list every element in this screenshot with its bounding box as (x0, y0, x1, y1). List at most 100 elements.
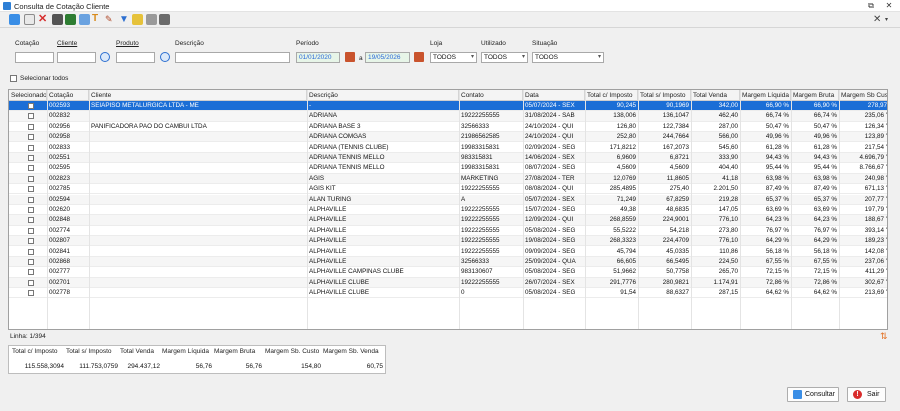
date-to-input[interactable]: 19/05/2026 (365, 52, 410, 63)
cell-data: 24/10/2024 - QUI (525, 133, 574, 141)
row-checkbox[interactable] (28, 134, 34, 141)
produto-search-icon[interactable] (160, 52, 170, 62)
table-row[interactable]: 002848 ALPHAVILLE 19222255555 12/09/2024 - … (9, 215, 887, 226)
edit-icon[interactable] (132, 14, 143, 25)
table-row[interactable]: 002551 ADRIANA TENNIS MELLO 983315831 14/06… (9, 153, 887, 164)
table-row[interactable]: 002868 ALPHAVILLE 32566333 25/09/2024 - QUA… (9, 257, 887, 268)
column-header[interactable]: Margem Sb Custo (839, 90, 887, 101)
calendar-from-icon[interactable] (345, 52, 355, 62)
column-header[interactable]: Data (523, 90, 585, 101)
row-checkbox[interactable] (28, 269, 34, 276)
print-icon[interactable] (52, 14, 63, 25)
cotacao-input[interactable] (15, 52, 54, 63)
save-icon[interactable] (159, 14, 170, 25)
calendar-to-icon[interactable] (414, 52, 424, 62)
table-row[interactable]: 002832 ADRIANA 19222255555 31/08/2024 - SAB… (9, 111, 887, 122)
column-header[interactable]: Total c/ Imposto (585, 90, 638, 101)
row-checkbox[interactable] (28, 259, 34, 265)
cell-tci: 138,006 (613, 112, 636, 120)
filter-panel: Cotação Cliente Produto Descrição Períod… (0, 28, 900, 74)
cell-data: 08/07/2024 - SEG (525, 164, 576, 172)
tools-icon[interactable]: ✕ (873, 14, 884, 25)
cell-cot: 002594 (49, 195, 71, 203)
cliente-search-icon[interactable] (100, 52, 110, 62)
date-from-input[interactable]: 01/01/2020 (296, 52, 340, 63)
tools-dropdown-icon[interactable]: ▾ (885, 16, 888, 23)
cell-cli: SEIAPISO METALURGICA LTDA - ME (91, 102, 199, 109)
descricao-input[interactable] (175, 52, 290, 63)
text-tool-icon[interactable]: T (92, 14, 103, 25)
table-row[interactable]: 002620 ALPHAVILLE 19222255555 15/07/2024 - … (9, 205, 887, 216)
table-row[interactable]: 002593 SEIAPISO METALURGICA LTDA - ME - 05/… (9, 101, 887, 112)
row-checkbox[interactable] (28, 113, 34, 120)
grid-header: Selecionado Cotação Cliente Descrição Contat… (9, 90, 887, 101)
cell-cont: 19983315831 (461, 164, 500, 172)
produto-label[interactable]: Produto (116, 40, 139, 47)
table-row[interactable]: 002956 PANIFICADORA PAO DO CAMBUI LTDA ADR… (9, 122, 887, 133)
row-checkbox[interactable] (28, 186, 34, 193)
cell-cli (89, 236, 307, 246)
situacao-select[interactable]: TODOS ▾ (532, 52, 604, 63)
column-header[interactable]: Margem Bruta (791, 90, 839, 101)
table-row[interactable]: 002841 ALPHAVILLE 19222255555 09/09/2024 - … (9, 247, 887, 257)
copy-icon[interactable] (79, 14, 90, 25)
consultar-button[interactable]: Consultar (787, 387, 839, 402)
settings-small-icon[interactable] (146, 14, 157, 25)
a-label: a (359, 55, 363, 62)
loja-select[interactable]: TODOS ▾ (430, 52, 477, 63)
sort-icon[interactable]: ⇅ (880, 332, 888, 341)
row-checkbox[interactable] (28, 248, 34, 255)
table-row[interactable]: 002785 AGIS KIT 19222255555 08/08/2024 - QU… (9, 184, 887, 195)
sair-button[interactable]: ! Sair (847, 387, 886, 402)
table-row[interactable]: 002833 ADRIANA (TENNIS CLUBE) 19983315831 0… (9, 143, 887, 153)
cell-cot: 002868 (49, 258, 71, 265)
cliente-input[interactable] (57, 52, 96, 63)
table-row[interactable]: 002778 ALPHAVILLE CLUBE 0 05/08/2024 - SEG 9… (9, 288, 887, 299)
column-header[interactable]: Total Venda (691, 90, 740, 101)
restore-button[interactable]: ⧉ (862, 0, 880, 11)
column-header[interactable]: Margem Líquida (740, 90, 791, 101)
produto-input[interactable] (116, 52, 155, 63)
table-row[interactable]: 002594 ALAN TURING A 05/07/2024 - SEX 71,249… (9, 194, 887, 205)
column-header[interactable]: Descrição (307, 90, 459, 101)
row-checkbox[interactable] (28, 279, 34, 286)
cell-msc: 123,89 ' (864, 133, 887, 141)
row-checkbox[interactable] (28, 144, 34, 151)
column-header[interactable]: Cliente (89, 90, 307, 101)
row-checkbox[interactable] (28, 165, 34, 172)
row-checkbox[interactable] (28, 123, 34, 130)
row-checkbox[interactable] (28, 175, 34, 182)
new-document-icon[interactable] (24, 14, 35, 25)
pencil-icon[interactable]: ✎ (105, 14, 116, 25)
situacao-value: TODOS (535, 54, 558, 61)
row-checkbox[interactable] (28, 227, 34, 234)
search-icon[interactable] (9, 14, 20, 25)
row-checkbox[interactable] (28, 103, 34, 109)
row-checkbox[interactable] (28, 238, 34, 245)
cell-desc: AGIS KIT (309, 185, 336, 193)
table-row[interactable]: 002777 ALPHAVILLE CAMPINAS CLUBE 983130607… (9, 267, 887, 278)
export-icon[interactable] (65, 14, 76, 25)
select-all-checkbox[interactable] (10, 75, 17, 82)
grid-body: 002593 SEIAPISO METALURGICA LTDA - ME - 05/… (9, 101, 887, 329)
utilizado-select[interactable]: TODOS ▾ (481, 52, 528, 63)
cliente-label[interactable]: Cliente (57, 40, 77, 47)
table-row[interactable]: 002807 ALPHAVILLE 19222255555 19/08/2024 - … (9, 236, 887, 247)
table-row[interactable]: 002823 AGIS MARKETING 27/08/2024 - TER 12,07… (9, 173, 887, 185)
row-checkbox[interactable] (28, 155, 34, 161)
table-row[interactable]: 002595 ADRIANA TENNIS MELLO 19983315831 08/… (9, 163, 887, 174)
column-header[interactable]: Cotação (47, 90, 89, 101)
row-checkbox[interactable] (28, 196, 34, 203)
table-row[interactable]: 002958 ADRIANA COMGAS 21986562585 24/10/202… (9, 132, 887, 143)
delete-icon[interactable]: ✕ (38, 14, 49, 25)
column-header[interactable]: Selecionado (9, 90, 47, 101)
filter-icon[interactable]: ▼ (119, 14, 130, 25)
column-header[interactable]: Contato (459, 90, 523, 101)
row-checkbox[interactable] (28, 290, 34, 297)
row-checkbox[interactable] (28, 207, 34, 213)
table-row[interactable]: 002774 ALPHAVILLE 19222255555 05/08/2024 - … (9, 226, 887, 237)
close-button[interactable]: ✕ (880, 0, 898, 11)
table-row[interactable]: 002701 ALPHAVILLE CLUBE 19222255555 26/07/2… (9, 277, 887, 289)
row-checkbox[interactable] (28, 217, 34, 224)
column-header[interactable]: Total s/ Imposto (638, 90, 691, 101)
